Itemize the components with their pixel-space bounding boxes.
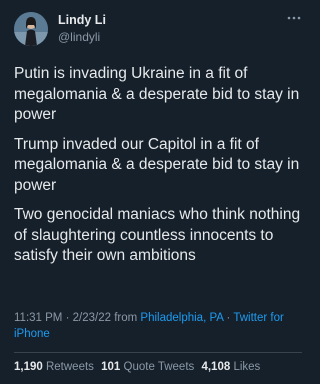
retweets-count: 1,190 — [14, 361, 43, 373]
likes-label: Likes — [233, 361, 261, 373]
location-link[interactable]: Philadelphia, PA — [140, 312, 223, 324]
likes-count: 4,108 — [201, 361, 231, 373]
meta-separator: · — [65, 312, 70, 324]
more-dots-icon[interactable] — [286, 11, 302, 23]
avatar[interactable] — [14, 12, 48, 46]
tweet-paragraph: Two genocidal maniacs who think nothing … — [14, 206, 301, 264]
author-display-name[interactable]: Lindy Li — [58, 13, 106, 27]
quote-tweets-count: 101 — [101, 361, 121, 373]
retweets-stat[interactable]: 1,190 Retweets — [14, 361, 94, 373]
author-handle[interactable]: @lindyli — [58, 30, 100, 44]
from-word: from — [114, 312, 138, 324]
divider — [14, 352, 302, 353]
quote-tweets-label: Quote Tweets — [123, 361, 195, 373]
tweet-stats: 1,190 Retweets 101 Quote Tweets 4,108 Li… — [14, 361, 264, 373]
tweet-paragraph: Trump invaded our Capitol in a fit of me… — [14, 135, 300, 194]
quote-tweets-stat[interactable]: 101 Quote Tweets — [101, 361, 194, 373]
tweet: Lindy Li @lindyli Putin is invading Ukra… — [0, 0, 316, 384]
tweet-meta: 11:31 PM · 2/23/22 from Philadelphia, PA… — [14, 311, 306, 342]
tweet-text: Putin is invading Ukraine in a fit of me… — [14, 64, 306, 276]
tweet-time[interactable]: 11:31 PM — [14, 312, 62, 324]
meta-separator: · — [226, 312, 231, 324]
retweets-label: Retweets — [45, 361, 94, 373]
tweet-paragraph: Putin is invading Ukraine in a fit of me… — [14, 65, 300, 123]
tweet-date[interactable]: 2/23/22 — [73, 312, 111, 324]
likes-stat[interactable]: 4,108 Likes — [201, 361, 260, 373]
